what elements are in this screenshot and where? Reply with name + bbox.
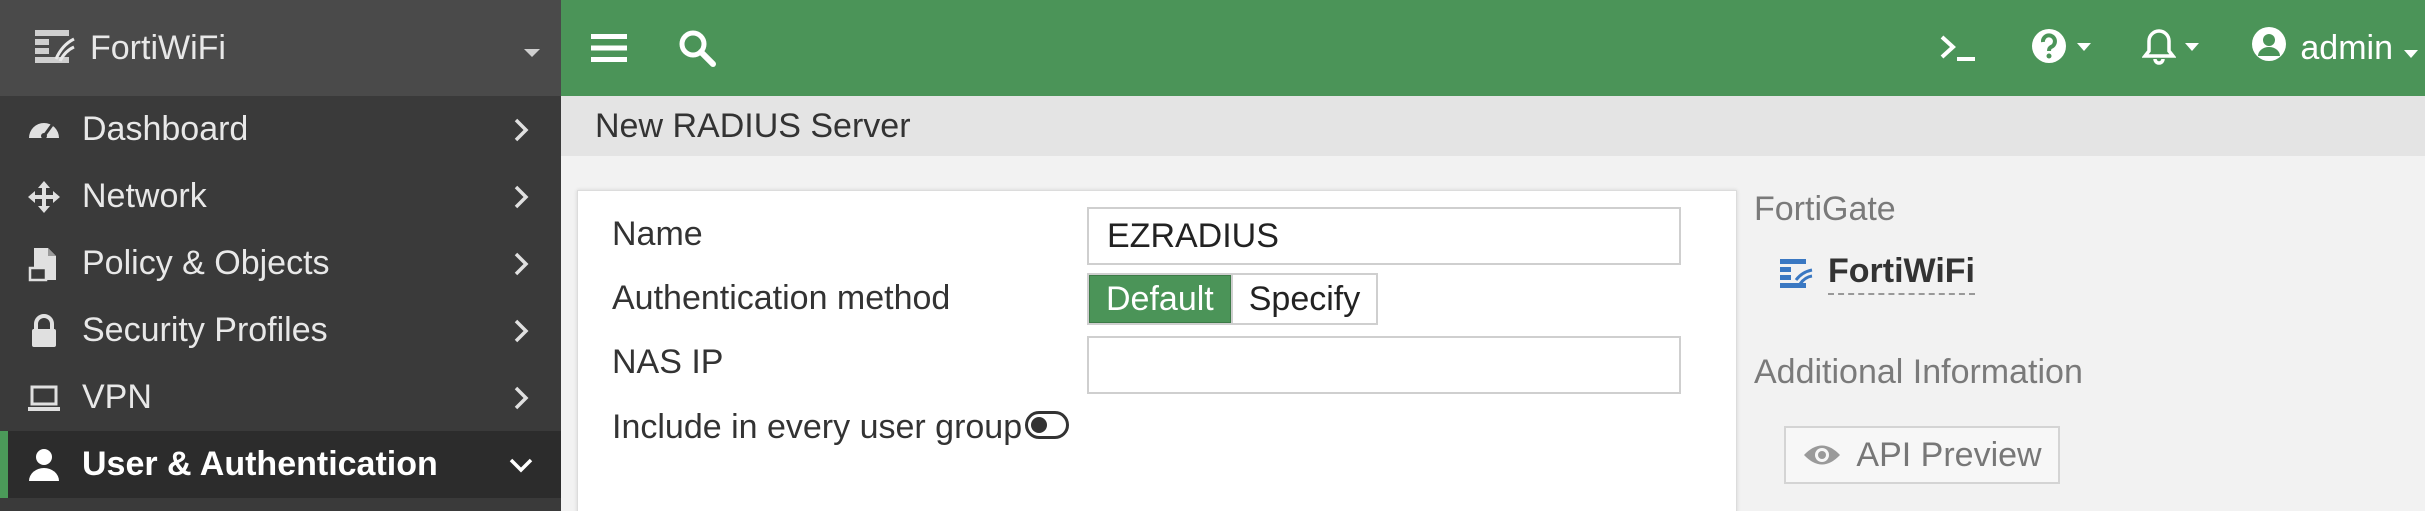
sidebar-item-label: VPN bbox=[82, 378, 152, 416]
user-circle-icon bbox=[2250, 25, 2288, 72]
sidebar-item-vpn[interactable]: VPN bbox=[0, 364, 561, 431]
dashboard-icon bbox=[24, 110, 64, 150]
page-title: New RADIUS Server bbox=[595, 106, 911, 145]
sidebar-item-label: Security Profiles bbox=[82, 311, 328, 349]
user-name: admin bbox=[2300, 28, 2393, 67]
sidebar-item-label: Policy & Objects bbox=[82, 244, 330, 282]
auth-method-specify-button[interactable]: Specify bbox=[1230, 275, 1377, 323]
cli-console-icon[interactable] bbox=[1934, 24, 1984, 72]
caret-down-icon bbox=[2184, 39, 2200, 57]
sidebar-item-label: Network bbox=[82, 177, 207, 215]
radius-server-form: Name EZRADIUS Authentication method Defa… bbox=[577, 190, 1737, 511]
toggle-knob bbox=[1031, 417, 1047, 433]
auth-method-default-button[interactable]: Default bbox=[1089, 275, 1231, 323]
name-input-value: EZRADIUS bbox=[1107, 216, 1279, 255]
auth-method-toggle: Default Specify bbox=[1087, 273, 1379, 325]
fortigate-section-title: FortiGate bbox=[1754, 190, 1896, 228]
include-user-group-label: Include in every user group bbox=[612, 408, 1023, 446]
page-title-bar: New RADIUS Server bbox=[561, 96, 2425, 156]
brand-name: FortiWiFi bbox=[90, 28, 226, 67]
bell-icon bbox=[2141, 27, 2178, 70]
include-user-group-toggle[interactable] bbox=[1025, 411, 1069, 439]
user-icon bbox=[24, 445, 64, 485]
fortiwifi-device-icon bbox=[1778, 256, 1814, 292]
eye-icon bbox=[1802, 442, 1842, 468]
chevron-right-icon bbox=[501, 318, 541, 344]
info-panel: FortiGate FortiWiFi Additional Informati… bbox=[1754, 190, 2414, 510]
auth-method-label: Authentication method bbox=[612, 279, 951, 317]
nas-ip-input[interactable] bbox=[1087, 336, 1681, 394]
chevron-right-icon bbox=[501, 385, 541, 411]
additional-info-title: Additional Information bbox=[1754, 353, 2083, 391]
sidebar-item-label: User & Authentication bbox=[82, 445, 438, 483]
sidebar-item-security-profiles[interactable]: Security Profiles bbox=[0, 297, 561, 364]
name-input[interactable]: EZRADIUS bbox=[1087, 207, 1681, 265]
top-bar: admin bbox=[561, 0, 2425, 96]
user-menu-button[interactable]: admin bbox=[2250, 24, 2419, 72]
network-icon bbox=[24, 177, 64, 217]
sidebar-item-dashboard[interactable]: Dashboard bbox=[0, 96, 561, 163]
fortiwifi-logo-icon bbox=[32, 25, 78, 71]
caret-down-icon bbox=[2076, 39, 2092, 57]
chevron-right-icon bbox=[501, 184, 541, 210]
api-preview-button[interactable]: API Preview bbox=[1784, 426, 2060, 484]
brand-selector[interactable]: FortiWiFi bbox=[0, 0, 561, 96]
help-menu-button[interactable] bbox=[2030, 24, 2092, 72]
policy-icon bbox=[24, 244, 64, 284]
search-icon[interactable] bbox=[673, 24, 721, 72]
chevron-right-icon bbox=[501, 117, 541, 143]
chevron-right-icon bbox=[501, 251, 541, 277]
fortigate-device-link[interactable]: FortiWiFi bbox=[1778, 252, 1975, 295]
notifications-button[interactable] bbox=[2141, 24, 2200, 72]
sidebar: FortiWiFi Dashboard Network Policy & Obj… bbox=[0, 0, 561, 511]
sidebar-item-user-authentication[interactable]: User & Authentication bbox=[0, 431, 561, 498]
laptop-icon bbox=[24, 378, 64, 418]
caret-down-icon bbox=[523, 29, 541, 68]
sidebar-item-label: Dashboard bbox=[82, 110, 249, 148]
nas-ip-label: NAS IP bbox=[612, 343, 724, 381]
hamburger-menu-icon[interactable] bbox=[585, 24, 633, 72]
chevron-down-icon bbox=[501, 457, 541, 473]
sidebar-item-network[interactable]: Network bbox=[0, 163, 561, 230]
sidebar-item-policy-objects[interactable]: Policy & Objects bbox=[0, 230, 561, 297]
lock-icon bbox=[24, 311, 64, 351]
question-circle-icon bbox=[2030, 27, 2068, 70]
name-label: Name bbox=[612, 215, 703, 253]
api-preview-label: API Preview bbox=[1856, 435, 2042, 474]
caret-down-icon bbox=[2403, 29, 2419, 68]
fortigate-device-name: FortiWiFi bbox=[1828, 252, 1975, 295]
